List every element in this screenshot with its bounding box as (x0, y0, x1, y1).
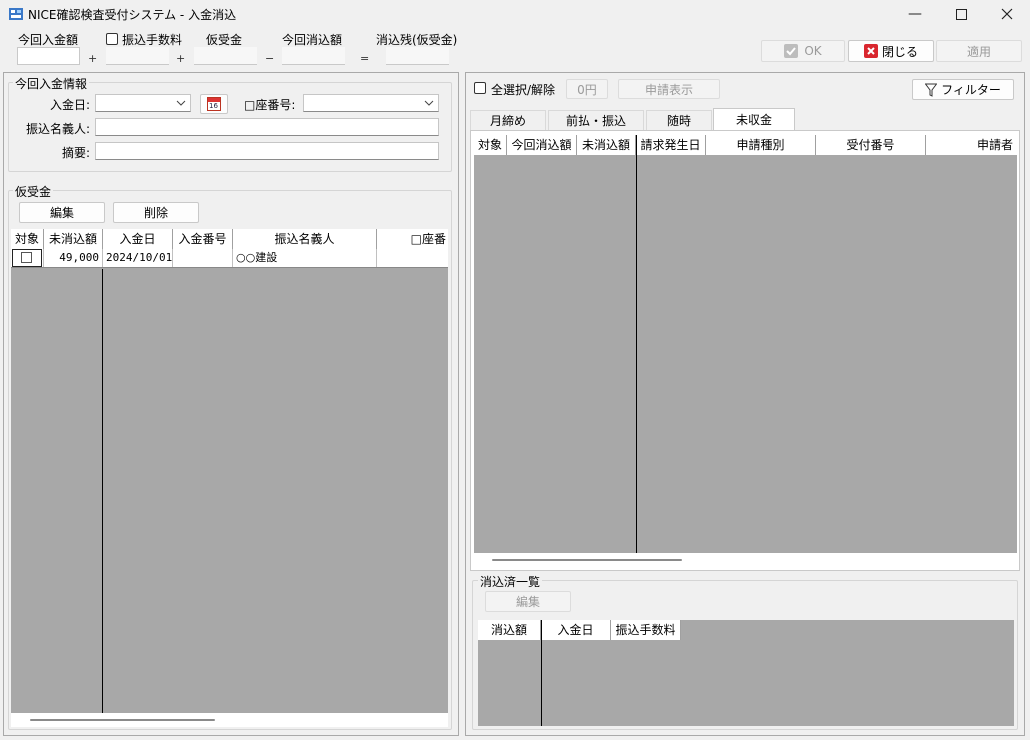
frozen-column-divider (541, 620, 542, 726)
select-all-label: 全選択/解除 (491, 83, 556, 97)
row-uncleared-amount: 49,000 (44, 249, 103, 267)
row-account (377, 249, 448, 267)
payment-info-title: 今回入金情報 (13, 75, 90, 92)
receivable-grid-header: 対象 今回消込額 未消込額 請求発生日 申請種別 受付番号 申請者 (474, 135, 1017, 155)
show-request-label: 申請表示 (644, 82, 693, 97)
col-uncleared[interactable]: 未消込額 (577, 135, 636, 155)
col-target[interactable]: 対象 (474, 135, 507, 155)
col-cleared-amount[interactable]: 消込額 (478, 620, 541, 640)
filter-button[interactable]: フィルター (912, 79, 1014, 100)
provisional-hscrollbar[interactable] (30, 719, 215, 721)
current-clear-label: 今回消込額 (282, 33, 343, 47)
receivable-hscrollbar[interactable] (492, 559, 682, 561)
amount-badge-text: 0円 (577, 82, 597, 97)
col-target[interactable]: 対象 (11, 229, 44, 249)
current-payment-label: 今回入金額 (18, 33, 79, 47)
filter-label: フィルター (941, 83, 1001, 97)
frozen-column-divider (102, 269, 103, 713)
col-billing-date[interactable]: 請求発生日 (636, 135, 706, 155)
cleared-title: 消込済一覧 (478, 573, 543, 590)
col-payment-date[interactable]: 入金日 (541, 620, 611, 640)
ok-button[interactable]: OK (761, 40, 845, 62)
col-payment-date[interactable]: 入金日 (103, 229, 173, 249)
transfer-fee-checkbox[interactable] (106, 33, 118, 45)
col-payment-number[interactable]: 入金番号 (173, 229, 233, 249)
minus-op: − (265, 52, 275, 65)
col-payer-name[interactable]: 振込名義人 (233, 229, 377, 249)
payer-name-label: 振込名義人: (25, 122, 90, 136)
table-row[interactable]: 49,000 2024/10/01 ○○建設 (11, 249, 448, 268)
chevron-down-icon[interactable] (174, 97, 188, 109)
memo-label: 摘要: (61, 146, 90, 160)
equals-op: = (360, 52, 370, 65)
col-receipt-number[interactable]: 受付番号 (816, 135, 926, 155)
payment-date-label: 入金日: (49, 98, 90, 112)
maximize-icon[interactable] (938, 0, 984, 28)
minimize-icon[interactable]: — (892, 0, 938, 28)
payment-date-combo[interactable] (95, 94, 191, 112)
delete-button-label: 削除 (143, 206, 168, 220)
funnel-icon (925, 83, 938, 97)
close-button[interactable]: 閉じる (848, 40, 934, 62)
transfer-fee-field[interactable] (106, 47, 169, 65)
checkmark-icon (784, 44, 799, 58)
plus-op: + (88, 52, 98, 65)
col-request-type[interactable]: 申請種別 (706, 135, 816, 155)
select-all-checkbox[interactable] (474, 82, 486, 94)
col-applicant[interactable]: 申請者 (926, 135, 1017, 155)
provisional-edit-button[interactable]: 編集 (19, 202, 105, 223)
provisional-grid: 対象 未消込額 入金日 入金番号 振込名義人 □座番 49,000 2024/1… (11, 229, 448, 713)
account-number-combo[interactable] (303, 94, 439, 112)
remaining-field (386, 47, 449, 65)
calendar-button[interactable]: 16 (200, 94, 228, 114)
payer-name-input[interactable] (95, 118, 439, 136)
cleared-grid-header: 消込額 入金日 振込手数料 (478, 620, 681, 640)
amount-badge: 0円 (566, 79, 608, 99)
close-x-icon (863, 44, 878, 58)
row-payer-name: ○○建設 (233, 249, 377, 267)
remaining-label: 消込残(仮受金) (376, 33, 458, 47)
current-payment-field[interactable] (17, 47, 80, 65)
cleared-grid: 消込額 入金日 振込手数料 (478, 620, 1014, 726)
app-icon (8, 6, 24, 22)
apply-button-label: 適用 (966, 44, 991, 59)
col-account[interactable]: □座番 (377, 229, 448, 249)
calendar-day-text: 16 (209, 102, 218, 110)
row-checkbox[interactable] (21, 252, 32, 263)
row-target-cell[interactable] (11, 249, 44, 267)
tab-monthly[interactable]: 月締め (470, 110, 546, 130)
current-clear-field (282, 47, 345, 65)
tab-prepay-transfer[interactable]: 前払・振込 (548, 110, 644, 130)
col-transfer-fee[interactable]: 振込手数料 (611, 620, 681, 640)
receivable-grid: 対象 今回消込額 未消込額 請求発生日 申請種別 受付番号 申請者 (474, 135, 1017, 553)
calendar-icon: 16 (207, 97, 221, 111)
frozen-column-divider (636, 135, 637, 553)
cleared-edit-button[interactable]: 編集 (485, 591, 571, 612)
show-request-button[interactable]: 申請表示 (618, 79, 720, 99)
chevron-down-icon[interactable] (422, 97, 436, 109)
transfer-fee-label: 振込手数料 (122, 33, 183, 47)
plus-op-2: + (176, 52, 186, 65)
tab-anytime[interactable]: 随時 (646, 110, 712, 130)
provisional-label: 仮受金 (206, 33, 243, 47)
edit-button-label: 編集 (49, 206, 74, 220)
provisional-field (194, 47, 257, 65)
memo-input[interactable] (95, 142, 439, 160)
close-icon[interactable] (984, 0, 1030, 28)
apply-button[interactable]: 適用 (936, 40, 1022, 62)
cleared-edit-label: 編集 (515, 595, 540, 609)
close-button-label: 閉じる (881, 44, 918, 59)
provisional-title: 仮受金 (13, 183, 54, 200)
ok-button-label: OK (804, 44, 822, 58)
window-title: NICE確認検査受付システム - 入金消込 (28, 8, 237, 22)
col-current-clear[interactable]: 今回消込額 (507, 135, 577, 155)
account-number-label: □座番号: (244, 98, 296, 112)
row-payment-date: 2024/10/01 (103, 249, 173, 267)
provisional-grid-header: 対象 未消込額 入金日 入金番号 振込名義人 □座番 (11, 229, 448, 249)
row-payment-number (173, 249, 233, 267)
col-uncleared[interactable]: 未消込額 (44, 229, 103, 249)
tab-receivable[interactable]: 未収金 (713, 108, 795, 130)
provisional-delete-button[interactable]: 削除 (113, 202, 199, 223)
